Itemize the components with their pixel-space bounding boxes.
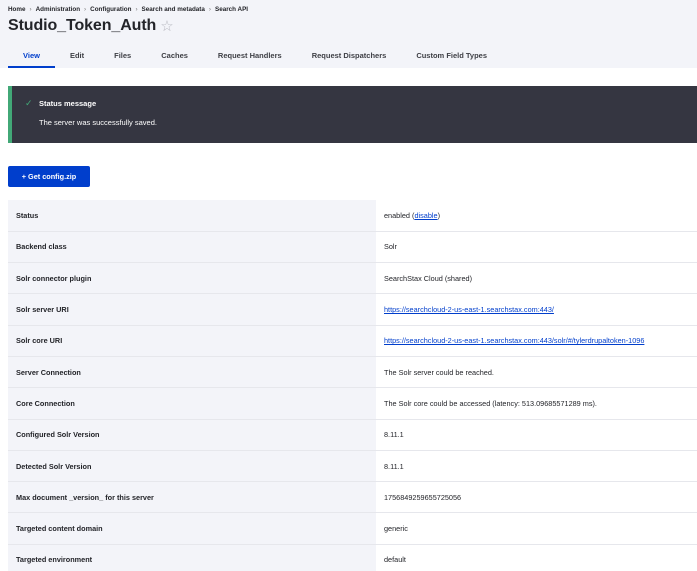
breadcrumb-separator-icon: › xyxy=(135,6,138,13)
row-label: Solr core URI xyxy=(8,325,376,357)
tab-files[interactable]: Files xyxy=(99,46,146,68)
get-config-zip-button[interactable]: + Get config.zip xyxy=(8,166,90,187)
row-label: Solr server URI xyxy=(8,293,376,326)
breadcrumb: Home › Administration › Configuration › Search… xyxy=(8,6,248,13)
row-label: Configured Solr Version xyxy=(8,419,376,451)
table-row: Solr core URI https://searchcloud-2-us-e… xyxy=(8,325,697,357)
row-value: The Solr core could be accessed (latency… xyxy=(376,387,697,420)
row-label: Status xyxy=(8,200,376,232)
row-value: default xyxy=(376,544,697,571)
row-label: Backend class xyxy=(8,231,376,264)
table-row: Server Connection The Solr server could … xyxy=(8,356,697,389)
breadcrumb-administration[interactable]: Administration xyxy=(36,6,80,13)
tab-bar: View Edit Files Caches Request Handlers … xyxy=(8,46,502,68)
breadcrumb-configuration[interactable]: Configuration xyxy=(90,6,131,13)
row-value: Solr xyxy=(376,231,697,264)
table-row: Targeted content domain generic xyxy=(8,512,697,545)
tab-custom-field-types[interactable]: Custom Field Types xyxy=(401,46,502,68)
server-info-table: Status enabled (disable) Backend class S… xyxy=(8,200,697,571)
breadcrumb-search-metadata[interactable]: Search and metadata xyxy=(142,6,205,13)
check-icon: ✓ xyxy=(25,98,33,108)
status-text: The server was successfully saved. xyxy=(39,118,157,127)
row-label: Max document _version_ for this server xyxy=(8,481,376,514)
breadcrumb-home[interactable]: Home xyxy=(8,6,26,13)
row-value: SearchStax Cloud (shared) xyxy=(376,262,697,295)
status-value-suffix: ) xyxy=(437,210,440,220)
page-title: Studio_Token_Auth ☆ xyxy=(8,17,174,36)
page-header: Home › Administration › Configuration › Search… xyxy=(0,0,697,68)
row-label: Server Connection xyxy=(8,356,376,389)
table-row: Solr connector plugin SearchStax Cloud (… xyxy=(8,262,697,295)
breadcrumb-separator-icon: › xyxy=(29,6,32,13)
solr-core-uri-link[interactable]: https://searchcloud-2-us-east-1.searchst… xyxy=(384,336,644,345)
tab-caches[interactable]: Caches xyxy=(146,46,203,68)
table-row: Core Connection The Solr core could be a… xyxy=(8,387,697,420)
table-row: Configured Solr Version 8.11.1 xyxy=(8,419,697,451)
solr-server-uri-link[interactable]: https://searchcloud-2-us-east-1.searchst… xyxy=(384,305,554,314)
status-value-text: enabled ( xyxy=(384,210,415,220)
table-row: Max document _version_ for this server 1… xyxy=(8,481,697,514)
row-value: 8.11.1 xyxy=(376,450,697,483)
tab-view[interactable]: View xyxy=(8,46,55,68)
row-value: The Solr server could be reached. xyxy=(376,356,697,389)
disable-link[interactable]: disable xyxy=(414,211,437,220)
breadcrumb-search-api[interactable]: Search API xyxy=(215,6,248,13)
page-title-text: Studio_Token_Auth xyxy=(8,17,157,34)
row-value: generic xyxy=(376,512,697,545)
table-row: Status enabled (disable) xyxy=(8,200,697,232)
tab-request-handlers[interactable]: Request Handlers xyxy=(203,46,297,68)
table-row: Targeted environment default xyxy=(8,544,697,571)
table-row: Detected Solr Version 8.11.1 xyxy=(8,450,697,483)
row-value: 1756849259655725056 xyxy=(376,481,697,514)
row-label: Targeted environment xyxy=(8,544,376,571)
row-value: https://searchcloud-2-us-east-1.searchst… xyxy=(376,293,697,326)
row-value: https://searchcloud-2-us-east-1.searchst… xyxy=(376,325,697,357)
row-label: Targeted content domain xyxy=(8,512,376,545)
breadcrumb-separator-icon: › xyxy=(208,6,212,13)
row-label: Solr connector plugin xyxy=(8,262,376,295)
status-title: Status message xyxy=(39,99,97,108)
tab-edit[interactable]: Edit xyxy=(55,46,99,68)
table-row: Backend class Solr xyxy=(8,231,697,264)
status-message: ✓ Status message The server was successf… xyxy=(8,86,697,143)
row-value: enabled (disable) xyxy=(376,200,697,232)
tab-request-dispatchers[interactable]: Request Dispatchers xyxy=(297,46,402,68)
star-icon[interactable]: ☆ xyxy=(160,17,173,36)
row-label: Core Connection xyxy=(8,387,376,420)
breadcrumb-separator-icon: › xyxy=(84,6,87,13)
table-row: Solr server URI https://searchcloud-2-us… xyxy=(8,293,697,326)
row-label: Detected Solr Version xyxy=(8,450,376,483)
row-value: 8.11.1 xyxy=(376,419,697,451)
